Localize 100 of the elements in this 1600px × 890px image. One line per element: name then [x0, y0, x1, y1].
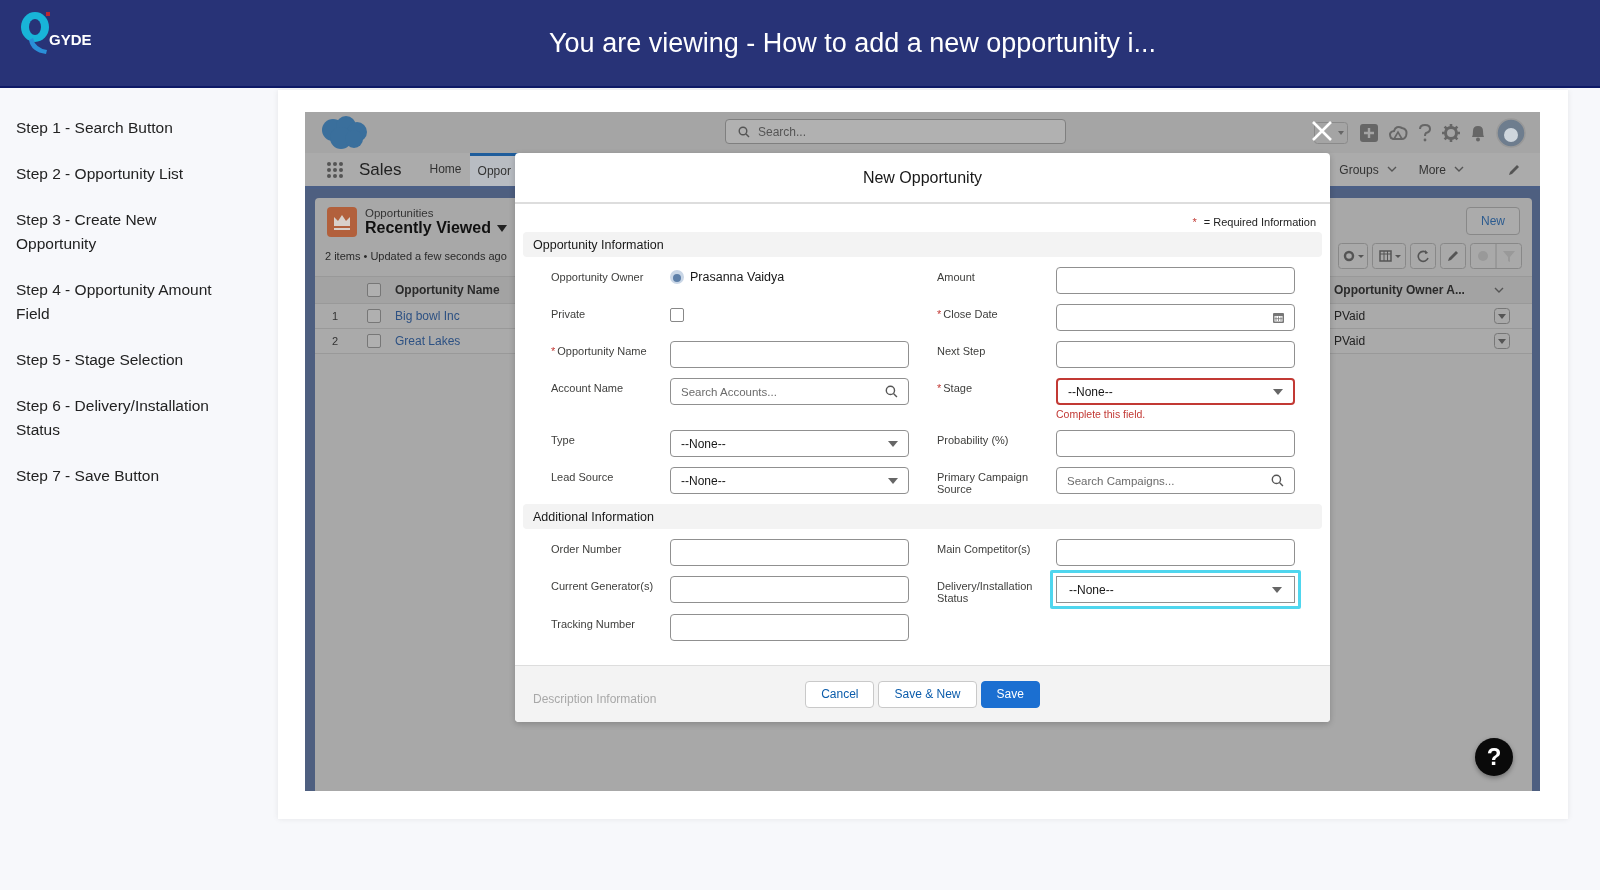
settings-menu-button[interactable]	[1338, 243, 1368, 269]
nav-menu[interactable]: Groups	[1339, 162, 1379, 177]
app-launcher-icon[interactable]	[326, 160, 344, 179]
table-view-button[interactable]	[1372, 243, 1406, 269]
required-mark: *	[1192, 216, 1197, 228]
input-field[interactable]	[670, 341, 909, 368]
row-action-button[interactable]	[1494, 333, 1510, 349]
select-field[interactable]: --None--	[670, 467, 909, 494]
step-link[interactable]: Step 5 - Stage Selection	[16, 348, 234, 372]
field-label: Next Step	[937, 345, 986, 357]
caret-icon[interactable]	[497, 224, 507, 232]
cloud-icon[interactable]	[1388, 123, 1408, 142]
object-label: Opportunities	[365, 207, 435, 219]
field-label: Tracking Number	[551, 618, 635, 630]
pencil-icon[interactable]	[1508, 163, 1520, 176]
input-field[interactable]	[670, 576, 909, 603]
step-link[interactable]: Step 3 - Create New Opportunity	[16, 208, 234, 256]
list-view-name[interactable]: Recently Viewed	[365, 219, 491, 237]
crown-icon	[327, 207, 357, 237]
settings-icon[interactable]	[1442, 123, 1460, 142]
nav-tab[interactable]: Oppor	[469, 153, 519, 186]
input-field[interactable]	[1056, 267, 1295, 294]
search-field[interactable]: Search...	[725, 119, 1066, 144]
required-mark: *	[551, 345, 556, 357]
input-field[interactable]	[670, 614, 909, 641]
select-field[interactable]: --None--	[1050, 570, 1301, 609]
required-note: = Required Information	[1203, 216, 1316, 228]
chevron-down-icon[interactable]	[1454, 166, 1464, 173]
chevron-down-icon[interactable]	[1494, 286, 1504, 294]
select-field[interactable]: --None--	[1056, 378, 1295, 405]
nav-menu[interactable]: More	[1418, 162, 1446, 177]
field-label: Delivery/Installation Status	[937, 580, 1034, 604]
row-number: 1	[330, 310, 340, 322]
edit-button[interactable]	[1440, 243, 1466, 269]
avatar-icon[interactable]	[1496, 117, 1526, 148]
step-link[interactable]: Step 7 - Save Button	[16, 464, 234, 488]
owner-name: Prasanna Vaidya	[690, 270, 785, 284]
dropdown-caret-icon	[1273, 388, 1283, 395]
field-label: Current Generator(s)	[551, 580, 654, 592]
select-all-checkbox[interactable]	[367, 283, 381, 297]
select-field[interactable]: --None--	[670, 430, 909, 457]
field-label: Opportunity Name	[557, 345, 647, 357]
table-cell-text: PVaid	[1334, 334, 1367, 348]
required-mark: *	[937, 308, 942, 320]
dialog-button[interactable]: Save & New	[878, 680, 977, 708]
field-label: Lead Source	[551, 471, 614, 483]
section-header[interactable]: Opportunity Information	[523, 232, 1322, 257]
field-label: Account Name	[551, 382, 624, 394]
column-header[interactable]: Opportunity Owner A...	[1334, 283, 1484, 297]
section-header[interactable]: Additional Information	[523, 504, 1322, 529]
private-checkbox[interactable]	[670, 308, 684, 322]
row-action-button[interactable]	[1494, 308, 1510, 324]
save-button[interactable]: Save	[980, 680, 1040, 708]
required-mark: *	[937, 382, 942, 394]
field-label: Main Competitor(s)	[937, 543, 1031, 555]
refresh-button[interactable]	[1410, 243, 1436, 269]
search-icon[interactable]	[1271, 474, 1284, 487]
app-name: Sales	[359, 159, 402, 180]
faded-section-title: Description Information	[533, 692, 657, 706]
search-icon[interactable]	[885, 385, 898, 398]
field-label: Type	[551, 434, 575, 446]
nav-tab[interactable]: Home	[421, 153, 470, 186]
input-field[interactable]	[670, 539, 909, 566]
step-link[interactable]: Step 2 - Opportunity List	[16, 162, 234, 186]
row-checkbox[interactable]	[367, 334, 381, 348]
row-checkbox[interactable]	[367, 309, 381, 323]
column-header[interactable]: Opportunity Name	[395, 283, 500, 297]
list-meta: 2 items • Updated a few seconds ago	[325, 250, 507, 262]
input-field[interactable]	[1056, 341, 1295, 368]
calendar-icon[interactable]	[1273, 312, 1284, 323]
logo-text: GYDE	[49, 31, 92, 48]
step-link[interactable]: Step 6 - Delivery/Installation Status	[16, 394, 234, 442]
field-label: Close Date	[943, 308, 998, 320]
chevron-down-icon[interactable]	[1386, 166, 1397, 173]
add-icon[interactable]	[1360, 123, 1378, 142]
close-icon[interactable]	[1311, 120, 1333, 142]
user-avatar-icon	[670, 270, 684, 284]
dialog-button[interactable]: Cancel	[805, 680, 875, 708]
field-label: Private	[551, 308, 586, 320]
field-label: Probability (%)	[937, 434, 1009, 446]
dialog-title: New Opportunity	[862, 168, 983, 187]
error-message: Complete this field.	[1056, 408, 1147, 420]
table-cell-text: PVaid	[1334, 309, 1367, 323]
page-title: You are viewing - How to add a new opportunity i...	[549, 27, 1156, 59]
bell-icon[interactable]	[1470, 123, 1486, 142]
field-label: Primary Campaign Source	[937, 471, 1030, 495]
record-link[interactable]: Big bowl Inc	[395, 309, 460, 323]
help-icon[interactable]	[1418, 123, 1432, 142]
step-link[interactable]: Step 4 - Opportunity Amount Field	[16, 278, 234, 326]
record-link[interactable]: Great Lakes	[395, 334, 461, 348]
field-label: Stage	[943, 382, 973, 394]
dropdown-caret-icon	[888, 440, 898, 447]
step-link[interactable]: Step 1 - Search Button	[16, 116, 234, 140]
search-icon	[738, 125, 750, 138]
date-field[interactable]	[1056, 304, 1295, 331]
lookup-field[interactable]: Search Accounts...	[670, 378, 909, 405]
input-field[interactable]	[1056, 430, 1295, 457]
input-field[interactable]	[1056, 539, 1295, 566]
lookup-field[interactable]: Search Campaigns...	[1056, 467, 1295, 494]
field-label: Order Number	[551, 543, 622, 555]
